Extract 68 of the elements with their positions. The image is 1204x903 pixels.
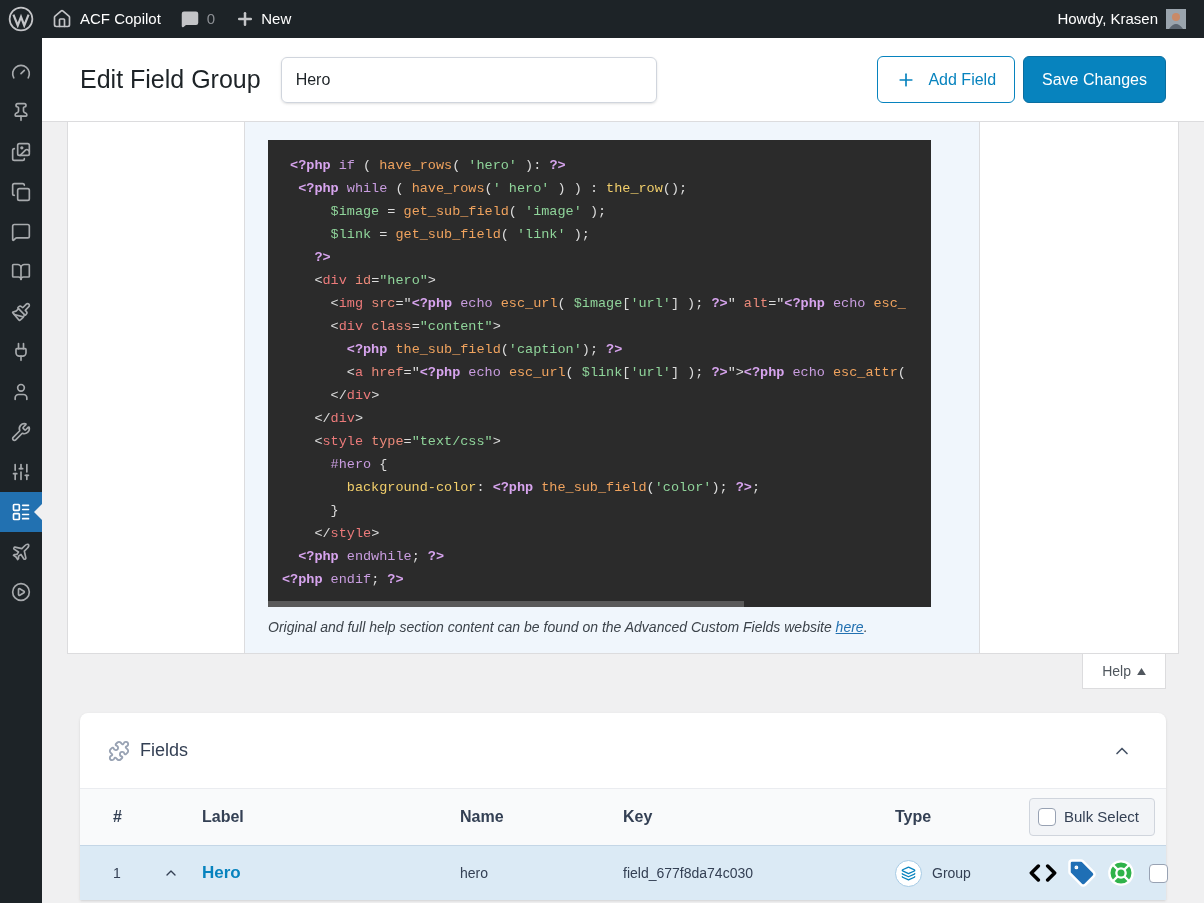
field-key: field_677f8da74c030 xyxy=(623,862,753,884)
bulk-select-button[interactable]: Bulk Select xyxy=(1029,798,1155,836)
new-link[interactable]: New xyxy=(261,7,292,31)
save-button[interactable]: Save Changes xyxy=(1023,56,1166,103)
table-icon xyxy=(11,502,31,522)
code-line: <?php if ( have_rows( 'hero' ): ?> xyxy=(289,157,566,175)
row-checkbox[interactable] xyxy=(1149,863,1168,883)
code-line: <div id="hero"> xyxy=(313,272,436,290)
book-icon xyxy=(11,262,31,282)
scrollbar-thumb[interactable] xyxy=(268,601,744,607)
greeting-link[interactable]: Howdy, Krasen xyxy=(1057,7,1158,31)
code-line: ?> xyxy=(313,249,331,267)
code-line: <?php endwhile; ?> xyxy=(297,548,445,566)
comment-count[interactable]: 0 xyxy=(206,7,216,31)
brush-icon xyxy=(11,302,31,322)
lifebuoy-icon[interactable] xyxy=(1107,859,1135,887)
tag-icon[interactable] xyxy=(1067,858,1097,888)
code-line: $image = get_sub_field( 'image' ); xyxy=(329,203,607,221)
code-line: $link = get_sub_field( 'link' ); xyxy=(329,226,590,244)
page-title: Edit Field Group xyxy=(80,63,261,95)
caret-icon xyxy=(1137,667,1146,675)
field-row[interactable]: 1 Hero hero field_677f8da74c030 Group xyxy=(80,846,1166,900)
home-icon[interactable] xyxy=(52,9,72,29)
code-line: <?php the_sub_field('caption'); ?> xyxy=(345,341,623,359)
code-line: <style type="text/css"> xyxy=(313,433,501,451)
column-header: Type xyxy=(895,807,932,827)
column-header: # xyxy=(112,807,123,827)
site-name-link[interactable]: ACF Copilot xyxy=(80,7,161,31)
wrench-icon xyxy=(11,422,31,442)
code-line: <?php endif; ?> xyxy=(282,571,404,589)
code-line: </div> xyxy=(329,387,380,405)
column-header: Name xyxy=(460,807,504,827)
menu-pointer-icon xyxy=(34,504,42,520)
checkbox[interactable] xyxy=(1038,808,1056,826)
code-line: } xyxy=(329,502,339,520)
comment-icon[interactable] xyxy=(180,10,199,28)
code-line: </style> xyxy=(313,525,380,543)
code-line: <?php while ( have_rows(' hero' ) ) : the_row(); xyxy=(297,180,688,198)
row-number: 1 xyxy=(112,863,121,883)
comment-icon xyxy=(11,222,31,242)
code-line: background-color: <?php the_sub_field('color'); ?>; xyxy=(345,479,761,497)
sidebar-item[interactable] xyxy=(0,492,42,532)
puzzle-icon xyxy=(108,739,130,762)
help-footnote: Original and full help section content can be found on the Advanced Custom Fields website here. xyxy=(268,618,869,637)
code-line: <img src="<?php echo esc_url( $image['url'] ); ?>" alt="<?php echo esc_ xyxy=(329,295,906,313)
code-line: <div class="content"> xyxy=(329,318,501,336)
fields-title: Fields xyxy=(140,739,188,762)
add-field-button[interactable]: Add Field xyxy=(877,56,1016,103)
column-header: Label xyxy=(202,807,244,827)
wordpress-logo-icon[interactable] xyxy=(8,6,34,32)
field-name: hero xyxy=(460,863,489,883)
column-header: Key xyxy=(623,807,653,827)
gauge-icon xyxy=(11,62,31,82)
pages-icon xyxy=(11,182,31,202)
field-type: Group xyxy=(932,863,971,883)
help-link[interactable]: here xyxy=(835,619,864,635)
pin-icon xyxy=(11,102,31,122)
code-line: </div> xyxy=(313,410,364,428)
code-line: #hero { xyxy=(329,456,388,474)
layers-icon xyxy=(895,859,922,887)
user-icon xyxy=(11,382,31,402)
plane-icon xyxy=(11,542,31,562)
help-tab[interactable]: Help xyxy=(1082,654,1166,689)
play-icon xyxy=(11,582,31,602)
group-name-field[interactable]: Hero xyxy=(280,56,657,103)
images-icon xyxy=(11,142,31,162)
code-line: <a href="<?php echo esc_url( $link['url'] ); ?>"><?php echo esc_attr( xyxy=(345,364,906,382)
sliders-icon xyxy=(11,462,31,482)
